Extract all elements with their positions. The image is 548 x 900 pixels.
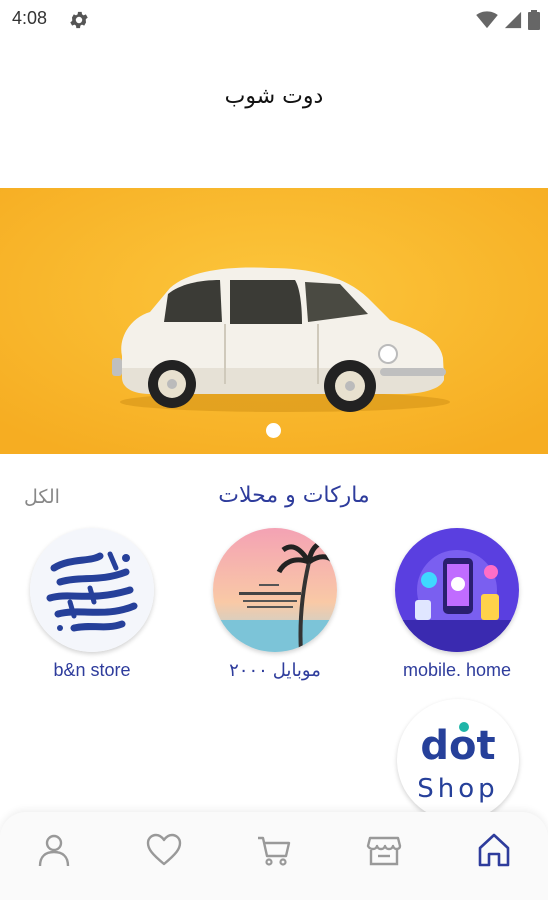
logo-dot-accent xyxy=(459,722,469,732)
brand-logo[interactable]: dot Shop xyxy=(397,699,519,821)
home-icon xyxy=(478,833,510,867)
store-item-mobile-2000[interactable]: موبايل ٢٠٠٠ xyxy=(195,528,355,681)
store-item-bn-store[interactable]: b&n store xyxy=(12,528,172,681)
car-illustration xyxy=(0,188,548,454)
page-title: دوت شوب xyxy=(224,84,324,109)
cart-icon xyxy=(258,836,291,866)
section-title: ماركات و محلات xyxy=(218,483,370,508)
gadgets-icon xyxy=(395,528,519,652)
store-name: b&n store xyxy=(53,660,131,680)
nav-home[interactable] xyxy=(470,826,518,874)
logo-dot-text: dot xyxy=(420,723,495,769)
promo-banner[interactable] xyxy=(0,188,548,454)
signal-icon xyxy=(504,11,522,29)
sunset-palm-icon xyxy=(213,528,337,652)
heart-icon xyxy=(146,833,182,866)
dot-shop-logo-icon: dot Shop xyxy=(417,722,498,804)
store-icon xyxy=(366,836,402,866)
carousel-indicator[interactable] xyxy=(266,423,281,438)
store-name: موبايل ٢٠٠٠ xyxy=(229,660,321,680)
store-item-mobile-home[interactable]: mobile. home xyxy=(377,528,537,681)
settings-icon xyxy=(70,11,88,29)
status-bar: 4:08 xyxy=(0,0,548,40)
status-time: 4:08 xyxy=(12,8,48,28)
user-icon xyxy=(38,834,70,867)
bottom-navigation xyxy=(0,812,548,900)
battery-icon xyxy=(528,10,540,30)
calligraphy-icon xyxy=(30,528,154,652)
nav-cart[interactable] xyxy=(250,826,298,874)
store-logo xyxy=(30,528,154,652)
store-logo xyxy=(213,528,337,652)
nav-profile[interactable] xyxy=(30,826,78,874)
store-logo xyxy=(395,528,519,652)
nav-stores[interactable] xyxy=(360,826,408,874)
wifi-icon xyxy=(476,11,498,29)
see-all-link[interactable]: الكل xyxy=(24,486,60,508)
store-name: mobile. home xyxy=(402,660,512,680)
nav-favorites[interactable] xyxy=(140,826,188,874)
logo-shop-text: Shop xyxy=(417,774,498,804)
